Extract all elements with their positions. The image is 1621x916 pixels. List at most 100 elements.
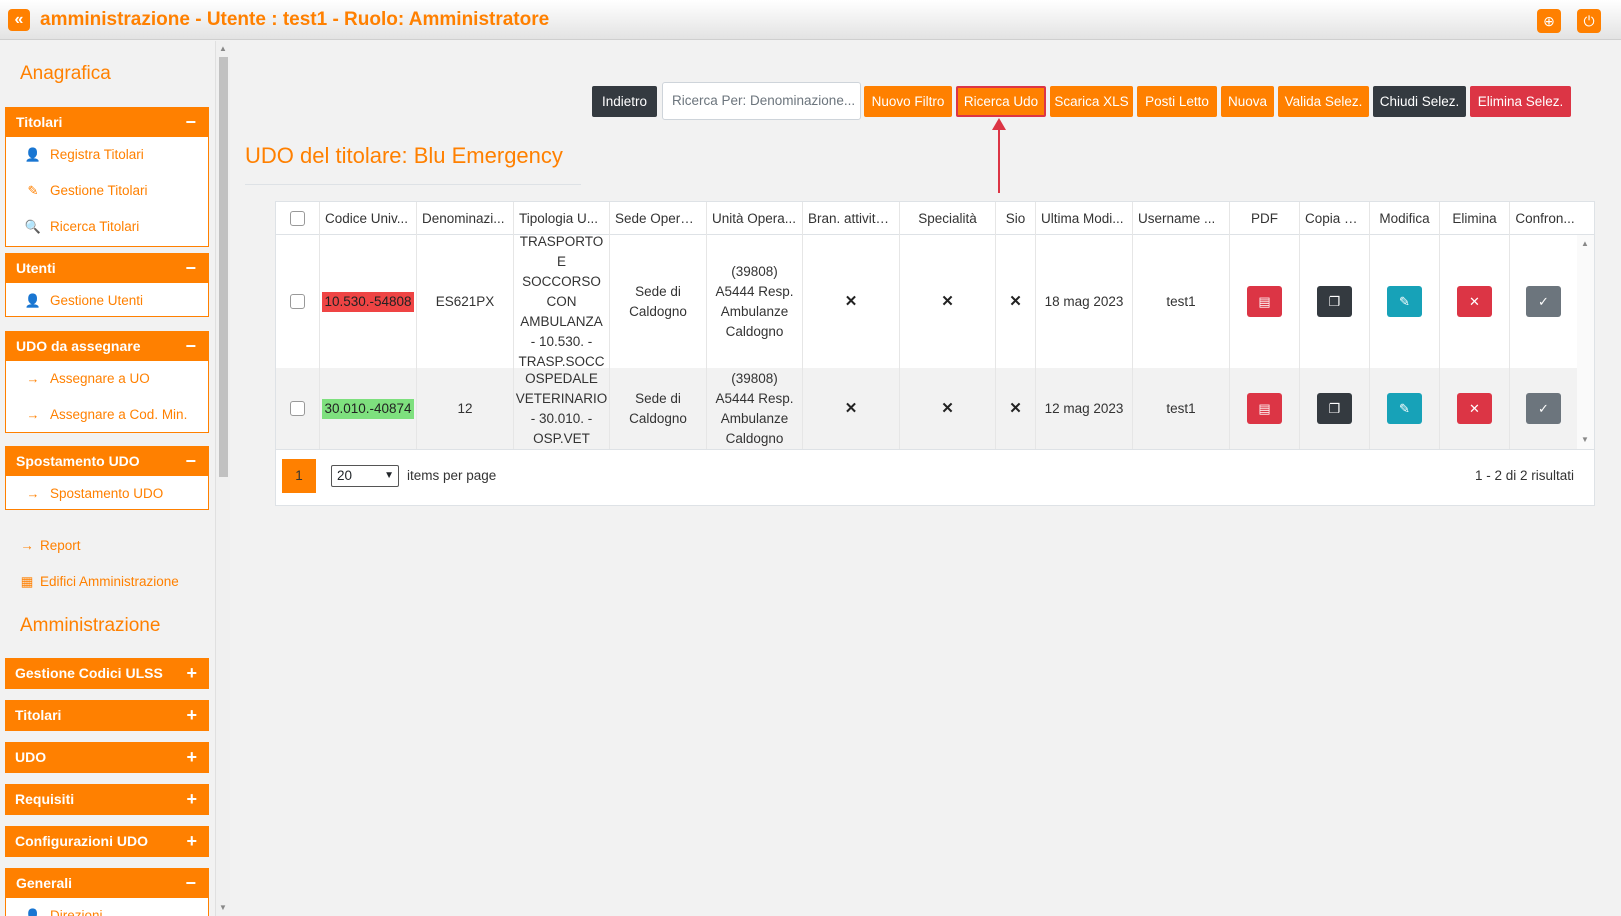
user-edit-icon: 👤 [24, 147, 42, 162]
sidebar-item-gestione-titolari[interactable]: ✎ Gestione Titolari [6, 173, 208, 209]
group-udo[interactable]: UDO + [5, 742, 209, 773]
scroll-up-icon[interactable]: ▲ [219, 44, 227, 53]
collapse-icon[interactable]: − [185, 332, 196, 361]
group-generali-header[interactable]: Generali − [6, 869, 208, 898]
group-titolari: Titolari − 👤 Registra Titolari ✎ Gestione … [5, 107, 209, 247]
scroll-up-icon[interactable]: ▲ [1581, 239, 1589, 248]
cell-bran: ✕ [803, 235, 900, 368]
group-utenti: Utenti − 👤 Gestione Utenti [5, 253, 209, 317]
sidebar-item-gestione-utenti[interactable]: 👤 Gestione Utenti [6, 283, 208, 319]
group-configurazioni-udo[interactable]: Configurazioni UDO + [5, 826, 209, 857]
col-bran[interactable]: Bran. attività... [803, 202, 900, 235]
col-pdf[interactable]: PDF [1230, 202, 1300, 235]
edit-icon[interactable]: ✎ [1387, 286, 1422, 317]
expand-icon[interactable]: + [186, 826, 197, 857]
collapse-icon[interactable]: − [185, 869, 196, 898]
building-icon: ▦ [20, 574, 34, 589]
page-size-select[interactable]: 20 ▼ [331, 465, 399, 487]
cell-text: ES621PX [435, 293, 495, 309]
group-spostamento-udo-header[interactable]: Spostamento UDO − [6, 447, 208, 476]
col-confronta[interactable]: Confron... [1510, 202, 1580, 235]
cell-line: A5444 Resp. [715, 390, 794, 406]
col-codice[interactable]: Codice Univ... [320, 202, 417, 235]
col-elimina[interactable]: Elimina [1440, 202, 1510, 235]
posti-letto-button[interactable]: Posti Letto [1137, 86, 1217, 117]
col-modifica[interactable]: Modifica [1370, 202, 1440, 235]
expand-icon[interactable]: + [186, 700, 197, 731]
cell-text: test1 [1166, 293, 1196, 309]
group-requisiti[interactable]: Requisiti + [5, 784, 209, 815]
page-button-current[interactable]: 1 [282, 459, 316, 493]
cell-elimina: ✕ [1440, 368, 1510, 449]
col-sede[interactable]: Sede Operat... [610, 202, 707, 235]
select-all-checkbox[interactable] [290, 211, 305, 226]
scarica-xls-button[interactable]: Scarica XLS [1050, 86, 1133, 117]
group-gestione-codici-ulss[interactable]: Gestione Codici ULSS + [5, 658, 209, 689]
cell-line: (39808) [731, 370, 778, 386]
cell-specialita: ✕ [900, 368, 996, 449]
col-tipologia[interactable]: Tipologia U... [514, 202, 610, 235]
expand-icon[interactable]: + [186, 742, 197, 773]
check-icon[interactable]: ✓ [1526, 393, 1561, 424]
globe-icon[interactable]: ⊕ [1537, 9, 1561, 33]
sidebar-scrollbar[interactable]: ▲ ▼ [215, 41, 230, 916]
collapse-icon[interactable]: − [185, 254, 196, 283]
scroll-thumb[interactable] [219, 57, 228, 477]
cell-denominazione: ES621PX [417, 235, 514, 368]
delete-icon[interactable]: ✕ [1457, 393, 1492, 424]
col-specialita[interactable]: Specialità [900, 202, 996, 235]
expand-icon[interactable]: + [186, 784, 197, 815]
group-titolari-admin[interactable]: Titolari + [5, 700, 209, 731]
valida-selez-button[interactable]: Valida Selez. [1278, 86, 1369, 117]
sidebar-item-assegnare-cod-min[interactable]: → Assegnare a Cod. Min. [6, 397, 208, 433]
table-scrollbar[interactable]: ▲ ▼ [1577, 235, 1594, 449]
col-copia[interactable]: Copia U... [1300, 202, 1370, 235]
cell-unita: (39808) A5444 Resp. Ambulanze Caldogno [707, 368, 803, 449]
cell-username: test1 [1133, 368, 1230, 449]
sidebar-item-ricerca-titolari[interactable]: 🔍 Ricerca Titolari [6, 209, 208, 245]
col-sio[interactable]: Sio [996, 202, 1036, 235]
table-row: 30.010.-40874 12 OSPEDALE VETERINARIO - … [276, 368, 1577, 449]
collapse-icon[interactable]: − [185, 108, 196, 137]
col-username[interactable]: Username ... [1133, 202, 1230, 235]
group-utenti-header[interactable]: Utenti − [6, 254, 208, 283]
sidebar-item-assegnare-uo[interactable]: → Assegnare a UO [6, 361, 208, 397]
col-ultima-modifica[interactable]: Ultima Modi... [1036, 202, 1133, 235]
copy-icon[interactable]: ❐ [1317, 286, 1352, 317]
section-amministrazione: Amministrazione [20, 615, 161, 636]
collapse-icon[interactable]: − [185, 447, 196, 476]
delete-icon[interactable]: ✕ [1457, 286, 1492, 317]
cell-pdf: ▤ [1230, 235, 1300, 368]
col-unita[interactable]: Unità Opera... [707, 202, 803, 235]
cell-pdf: ▤ [1230, 368, 1300, 449]
elimina-selez-button[interactable]: Elimina Selez. [1470, 86, 1571, 117]
search-input[interactable]: Ricerca Per: Denominazione... [662, 82, 861, 120]
x-icon: ✕ [844, 399, 858, 417]
sidebar-item-edifici[interactable]: ▦ Edifici Amministrazione [18, 574, 179, 590]
check-icon[interactable]: ✓ [1526, 286, 1561, 317]
ricerca-udo-button[interactable]: Ricerca Udo [956, 86, 1046, 117]
row-checkbox[interactable] [290, 401, 305, 416]
edit-icon[interactable]: ✎ [1387, 393, 1422, 424]
chiudi-selez-button[interactable]: Chiudi Selez. [1373, 86, 1466, 117]
pdf-icon[interactable]: ▤ [1247, 393, 1282, 424]
cell-text: 18 mag 2023 [1044, 293, 1124, 309]
expand-icon[interactable]: + [186, 658, 197, 689]
sidebar-item-report[interactable]: → Report [18, 538, 80, 553]
sidebar-item-direzioni[interactable]: 👤 Direzioni [6, 898, 208, 916]
group-udo-da-assegnare-header[interactable]: UDO da assegnare − [6, 332, 208, 361]
scroll-down-icon[interactable]: ▼ [219, 903, 227, 912]
pdf-icon[interactable]: ▤ [1247, 286, 1282, 317]
scroll-down-icon[interactable]: ▼ [1581, 435, 1589, 444]
power-icon[interactable]: ⏻ [1577, 9, 1601, 33]
indietro-button[interactable]: Indietro [592, 86, 657, 117]
collapse-sidebar-icon[interactable]: « [8, 9, 30, 31]
row-checkbox[interactable] [290, 294, 305, 309]
copy-icon[interactable]: ❐ [1317, 393, 1352, 424]
col-denominazione[interactable]: Denominazi... [417, 202, 514, 235]
sidebar-item-spostamento-udo[interactable]: → Spostamento UDO [6, 476, 208, 512]
group-titolari-header[interactable]: Titolari − [6, 108, 208, 137]
nuova-button[interactable]: Nuova [1221, 86, 1274, 117]
sidebar-item-registra-titolari[interactable]: 👤 Registra Titolari [6, 137, 208, 173]
nuovo-filtro-button[interactable]: Nuovo Filtro [864, 86, 952, 117]
